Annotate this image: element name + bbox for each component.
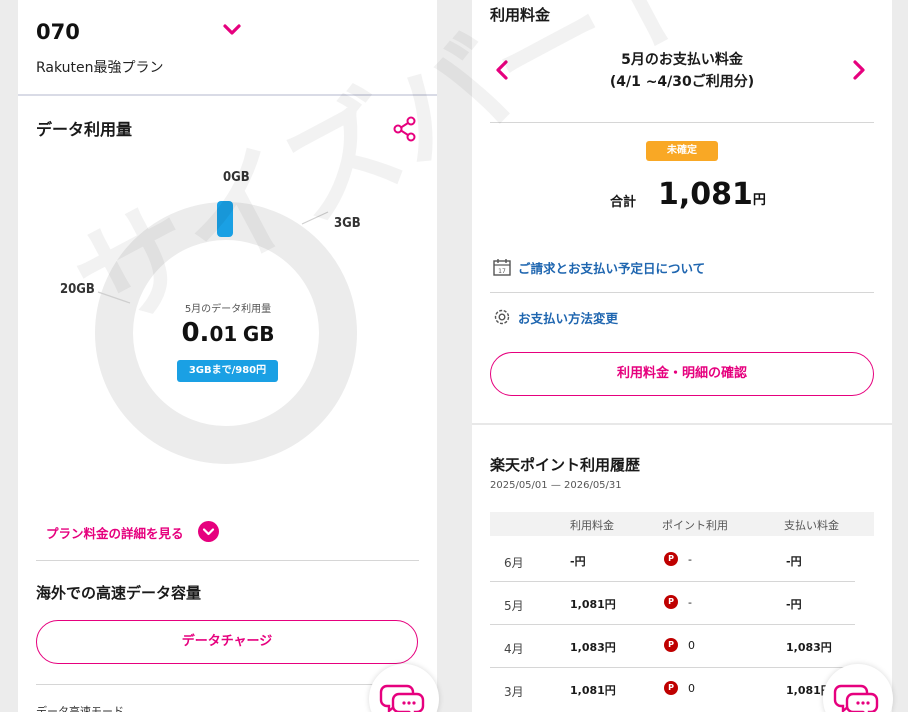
row-paid: -円: [786, 555, 802, 568]
table-row: 4月 1,083円 P 0 1,083円: [490, 626, 855, 668]
rakuten-point-icon: P: [664, 595, 678, 609]
total-amount: 1,081円: [658, 177, 766, 212]
payment-method-link[interactable]: お支払い方法変更: [518, 308, 618, 327]
divider: [18, 94, 437, 96]
donut-caption: 5月のデータ利用量: [184, 304, 272, 315]
row-usage: 1,081円: [570, 684, 616, 697]
data-usage-title: データ利用量: [36, 120, 133, 139]
header-usage: 利用料金: [570, 519, 614, 532]
usage-value-dec: 01: [209, 322, 238, 346]
chevron-down-icon[interactable]: [222, 22, 242, 38]
calendar-icon: 17: [493, 259, 511, 276]
donut-label-3gb: 3GB: [334, 216, 361, 231]
data-charge-button[interactable]: データチャージ: [36, 620, 418, 664]
usage-unit: GB: [242, 322, 275, 346]
table-row: 3月 1,081円 P 0 1,081円: [490, 669, 855, 711]
header-paid: 支払い料金: [784, 519, 839, 532]
divider: [36, 560, 419, 561]
expand-circle-icon[interactable]: [198, 521, 219, 542]
left-panel: 070 Rakuten最強プラン データ利用量 0GB 3GB 20GB 5月の…: [18, 0, 437, 712]
total-label: 合計: [610, 195, 637, 210]
table-row: 6月 -円 P - -円: [490, 540, 855, 582]
row-paid: 1,083円: [786, 641, 832, 654]
chat-button[interactable]: [823, 664, 893, 712]
total-amount-value: 1,081: [658, 177, 753, 212]
usage-marker: [217, 201, 233, 237]
header-points: ポイント利用: [662, 519, 728, 532]
high-speed-mode-label: データ高速モード: [36, 705, 124, 712]
total-unit: 円: [752, 193, 766, 208]
chat-icon: [833, 684, 879, 712]
points-table-header: 利用料金 ポイント利用 支払い料金: [490, 512, 874, 536]
row-usage: -円: [570, 555, 586, 568]
plan-tier-badge: 3GBまで/980円: [177, 360, 278, 382]
row-points: -: [688, 596, 692, 609]
billing-month-line1: 5月のお支払い料金: [621, 52, 743, 68]
right-panel: 利用料金 5月のお支払い料金 (4/1 ~4/30ご利用分) 未確定 合計 1,…: [472, 0, 892, 712]
points-history-title: 楽天ポイント利用履歴: [490, 456, 641, 474]
divider: [36, 684, 419, 685]
usage-value-int: 0.: [181, 318, 210, 348]
rakuten-point-icon: P: [664, 681, 678, 695]
divider: [490, 122, 874, 123]
rakuten-point-icon: P: [664, 638, 678, 652]
row-month: 5月: [504, 599, 524, 613]
plan-detail-link[interactable]: プラン料金の詳細を見る: [46, 523, 184, 542]
billing-month-line2: (4/1 ~4/30ご利用分): [609, 74, 755, 90]
row-points: 0: [688, 682, 695, 695]
billing-month-title: 5月のお支払い料金 (4/1 ~4/30ご利用分): [532, 49, 832, 93]
row-month: 4月: [504, 642, 524, 656]
row-month: 3月: [504, 685, 524, 699]
share-icon[interactable]: [392, 116, 418, 142]
overseas-data-title: 海外での高速データ容量: [36, 584, 202, 602]
chevron-left-icon[interactable]: [494, 60, 510, 80]
phone-number: 070: [36, 20, 80, 44]
points-date-range: 2025/05/01 — 2026/05/31: [490, 480, 622, 491]
rakuten-point-icon: P: [664, 552, 678, 566]
unconfirmed-badge: 未確定: [646, 141, 718, 161]
svg-text:17: 17: [498, 268, 506, 275]
plan-name: Rakuten最強プラン: [36, 60, 164, 76]
donut-label-0gb: 0GB: [223, 170, 250, 185]
billing-details-button[interactable]: 利用料金・明細の確認: [490, 352, 874, 396]
section-separator: [472, 423, 892, 425]
billing-title: 利用料金: [490, 6, 551, 24]
row-points: 0: [688, 639, 695, 652]
chat-button[interactable]: [369, 664, 439, 712]
row-usage: 1,081円: [570, 598, 616, 611]
gear-icon: [494, 309, 510, 325]
billing-date-link[interactable]: ご請求とお支払い予定日について: [518, 258, 705, 277]
chevron-right-icon[interactable]: [851, 60, 867, 80]
row-usage: 1,083円: [570, 641, 616, 654]
row-month: 6月: [504, 556, 524, 570]
table-row: 5月 1,081円 P - -円: [490, 583, 855, 625]
row-points: -: [688, 553, 692, 566]
chat-icon: [379, 684, 425, 712]
donut-value: 0.01 GB: [128, 318, 328, 348]
divider: [490, 292, 874, 293]
donut-label-20gb: 20GB: [60, 282, 95, 297]
row-paid: -円: [786, 598, 802, 611]
